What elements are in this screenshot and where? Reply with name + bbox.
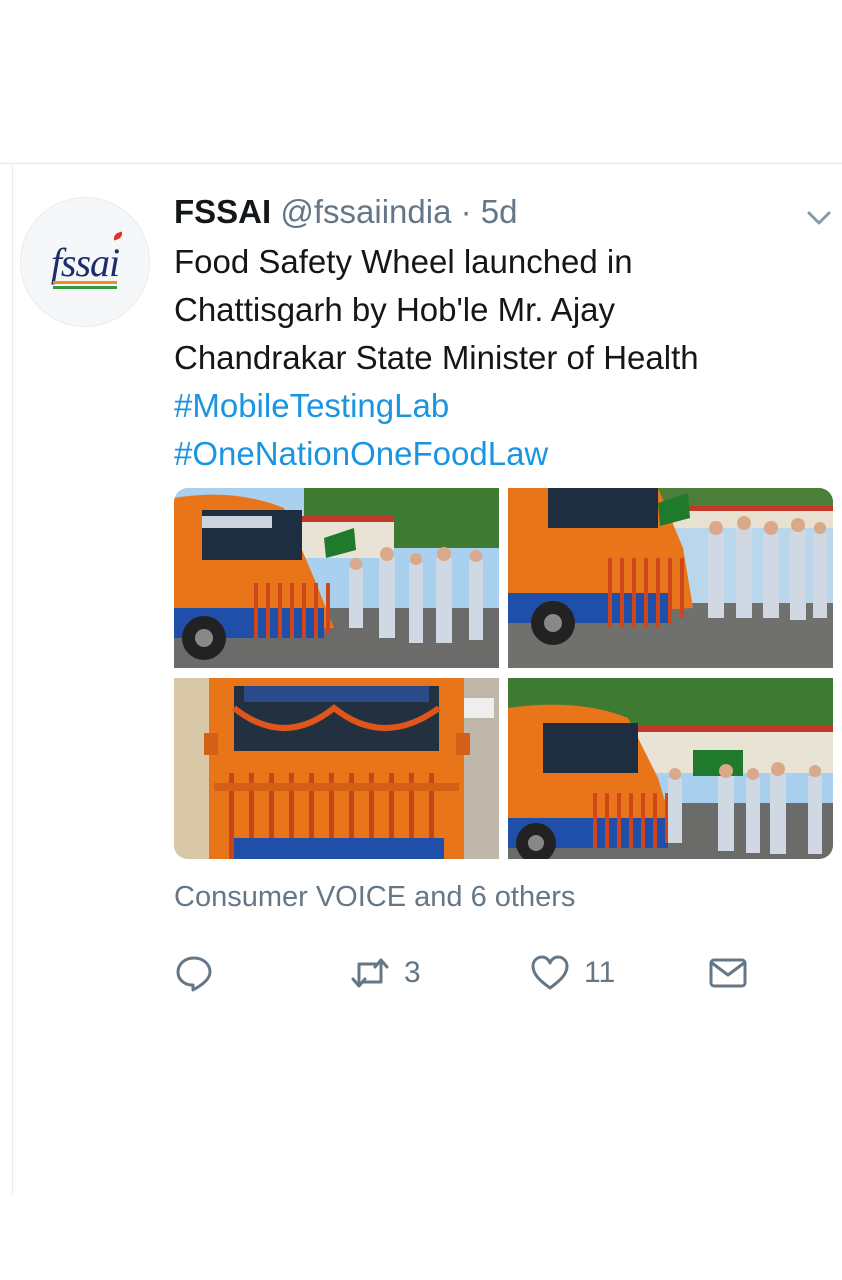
retweet-count: 3 (404, 956, 421, 989)
photo-van-people[interactable] (174, 488, 499, 668)
timestamp[interactable]: 5d (481, 193, 518, 230)
chevron-down-icon[interactable] (805, 204, 833, 232)
envelope-icon (709, 958, 747, 988)
media-grid (174, 488, 833, 859)
heart-icon (531, 955, 569, 990)
like-count: 11 (584, 956, 616, 989)
user-handle[interactable]: @fssaiindia (280, 193, 451, 230)
tweet-header: FSSAI @fssaiindia · 5d (174, 192, 518, 232)
tweet-actions: 3 11 (174, 950, 794, 996)
logo-text: fssai (50, 239, 120, 285)
reply-button[interactable] (174, 950, 214, 996)
tweet-text-line: Food Safety Wheel launched in (174, 243, 633, 280)
photo-van-crowd[interactable] (508, 488, 833, 668)
tweet-text: Food Safety Wheel launched in Chattisgar… (174, 238, 814, 478)
photo-van-flag[interactable] (508, 678, 833, 859)
tweet-text-line: Chattisgarh by Hob'le Mr. Ajay (174, 291, 616, 328)
social-context[interactable]: Consumer VOICE and 6 others (174, 878, 575, 916)
avatar[interactable]: fssai (20, 197, 150, 327)
reply-icon (176, 956, 212, 992)
retweet-icon (351, 958, 389, 988)
hashtag-link[interactable]: #OneNationOneFoodLaw (174, 430, 814, 478)
tweet-text-line: Chandrakar State Minister of Health (174, 339, 699, 376)
fssai-logo: fssai (50, 230, 124, 289)
separator-dot: · (460, 193, 472, 230)
photo-van-front[interactable] (174, 678, 499, 859)
display-name[interactable]: FSSAI (174, 193, 271, 230)
like-button[interactable]: 11 (530, 950, 615, 996)
retweet-button[interactable]: 3 (350, 950, 421, 996)
direct-message-button[interactable] (708, 950, 748, 996)
hashtag-link[interactable]: #MobileTestingLab (174, 382, 814, 430)
